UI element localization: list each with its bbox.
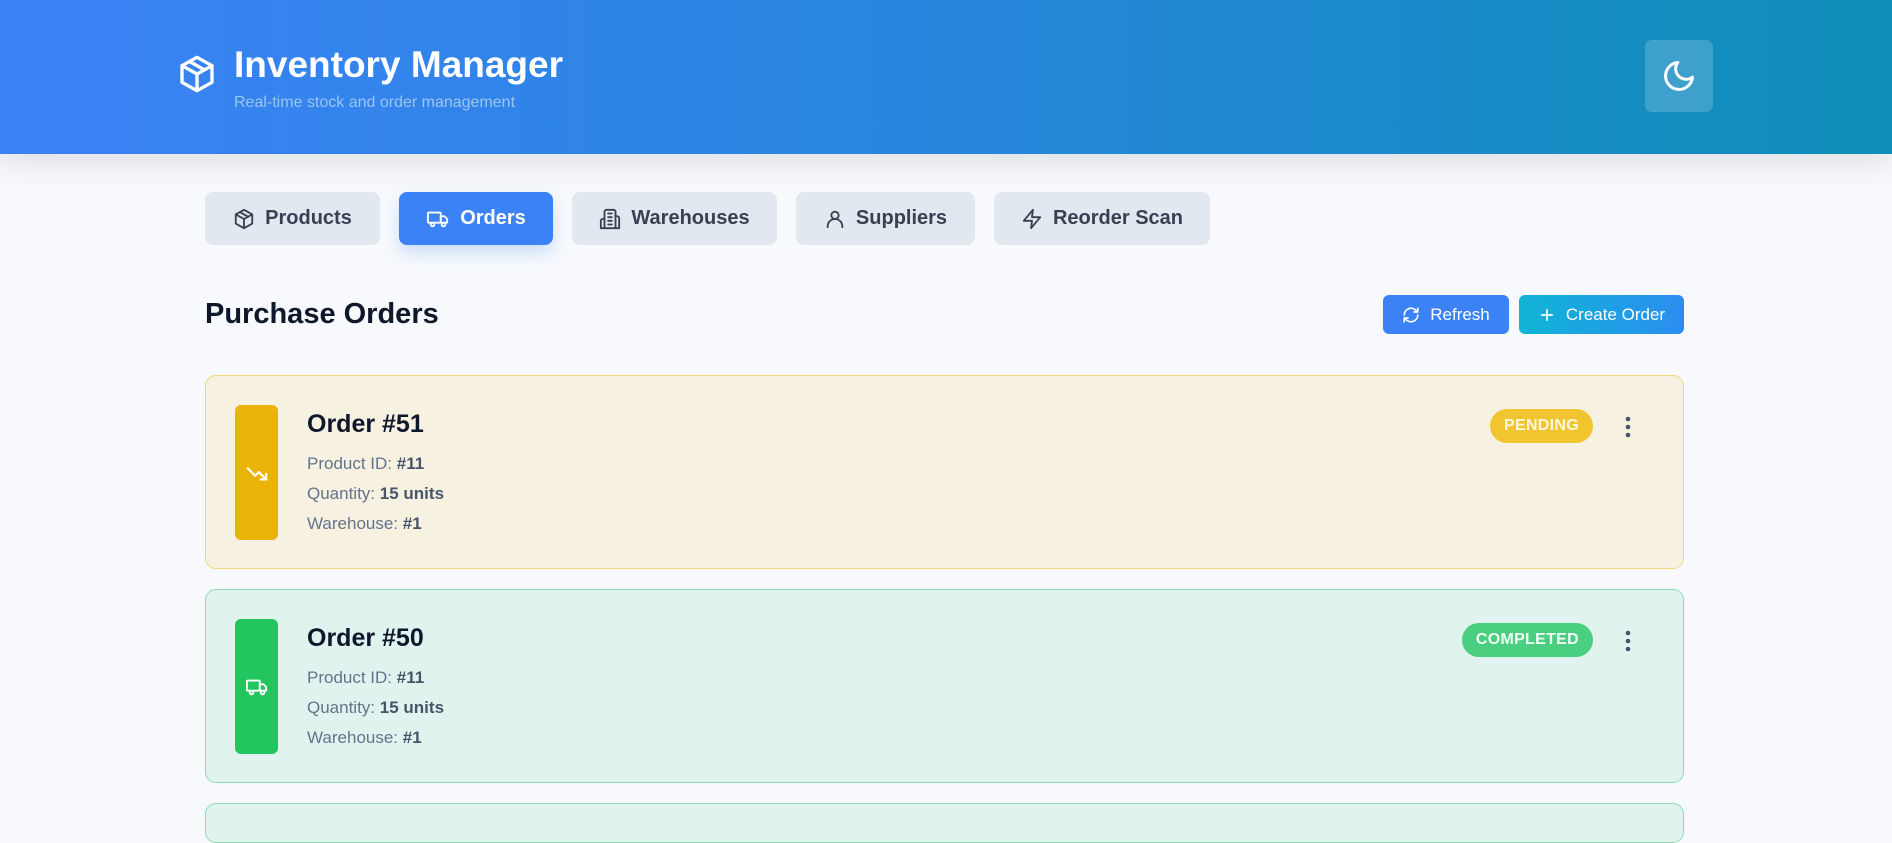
theme-toggle-button[interactable] (1645, 40, 1713, 112)
refresh-button[interactable]: Refresh (1383, 295, 1509, 334)
more-vertical-icon (1625, 630, 1631, 652)
tab-products[interactable]: Products (205, 192, 380, 245)
tab-label: Reorder Scan (1052, 207, 1184, 229)
building-icon (600, 208, 621, 229)
detail-label: Product ID: (307, 668, 393, 687)
more-vertical-icon (1625, 416, 1631, 438)
truck-icon (427, 211, 449, 227)
order-status-strip (235, 405, 278, 540)
app-header: Inventory Manager Real-time stock and or… (0, 0, 1892, 154)
detail-value: #11 (396, 668, 425, 687)
refresh-icon (1403, 306, 1419, 323)
app-subtitle: Real-time stock and order management (234, 94, 516, 111)
tab-warehouses[interactable]: Warehouses (572, 192, 777, 245)
package-icon (234, 208, 254, 229)
detail-label: Product ID: (307, 454, 393, 473)
detail-value: 15 units (379, 698, 445, 717)
package-icon (180, 55, 214, 93)
user-icon (826, 210, 844, 228)
order-product-id: Product ID: #11 (307, 454, 424, 474)
moon-icon (1664, 61, 1694, 91)
order-product-id: Product ID: #11 (307, 668, 424, 688)
order-card[interactable] (205, 803, 1684, 843)
tab-label: Products (265, 207, 352, 229)
detail-label: Quantity: (307, 698, 376, 717)
detail-value: #1 (402, 514, 422, 533)
order-card[interactable]: Order #50 Product ID: #11 Quantity: 15 u… (205, 589, 1684, 783)
tab-label: Warehouses (631, 207, 750, 229)
order-quantity: Quantity: 15 units (307, 698, 444, 718)
status-badge: PENDING (1490, 409, 1593, 443)
detail-label: Warehouse: (307, 728, 399, 747)
detail-label: Quantity: (307, 484, 376, 503)
trending-down-icon (246, 466, 267, 481)
order-status-strip (235, 619, 278, 754)
status-badge: COMPLETED (1461, 623, 1593, 657)
more-options-button[interactable] (1617, 624, 1639, 658)
tab-label: Orders (460, 207, 526, 229)
tab-reorder-scan[interactable]: Reorder Scan (994, 192, 1210, 245)
order-card[interactable]: Order #51 Product ID: #11 Quantity: 15 u… (205, 375, 1684, 569)
tab-suppliers[interactable]: Suppliers (796, 192, 975, 245)
plus-icon (1540, 308, 1553, 321)
tab-label: Suppliers (855, 207, 948, 229)
create-order-label: Create Order (1565, 304, 1666, 324)
refresh-label: Refresh (1430, 304, 1490, 324)
detail-value: 15 units (379, 484, 445, 503)
app-title: Inventory Manager (234, 44, 563, 85)
detail-value: #11 (396, 454, 425, 473)
order-warehouse: Warehouse: #1 (307, 514, 422, 534)
tab-orders[interactable]: Orders (399, 192, 553, 245)
zap-icon (1022, 208, 1042, 229)
detail-label: Warehouse: (307, 514, 399, 533)
more-options-button[interactable] (1617, 410, 1639, 444)
order-warehouse: Warehouse: #1 (307, 728, 422, 748)
order-title: Order #50 (307, 624, 424, 652)
order-title: Order #51 (307, 410, 424, 438)
truck-icon (245, 679, 267, 695)
order-quantity: Quantity: 15 units (307, 484, 444, 504)
create-order-button[interactable]: Create Order (1519, 295, 1684, 334)
page-title: Purchase Orders (205, 298, 439, 330)
detail-value: #1 (402, 728, 422, 747)
